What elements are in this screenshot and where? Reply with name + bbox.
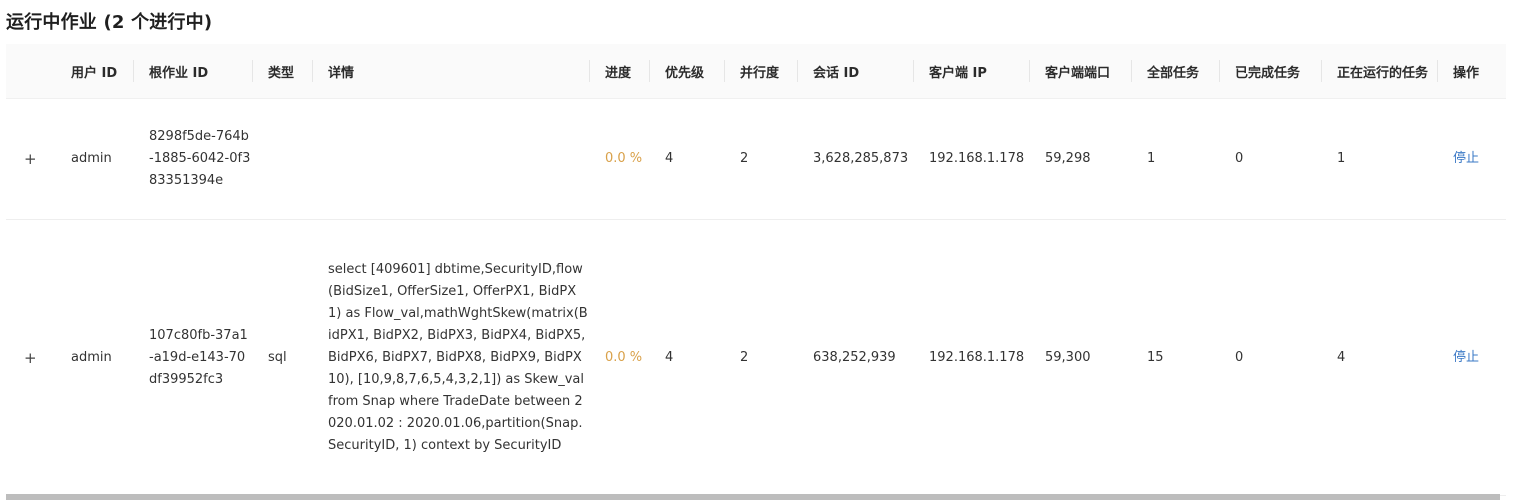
column-header-client-port[interactable]: 客户端端口 <box>1029 44 1131 99</box>
column-header-type[interactable]: 类型 <box>252 44 312 99</box>
cell-client-ip: 192.168.1.178 <box>913 98 1029 220</box>
cell-total-tasks: 15 <box>1131 219 1219 496</box>
cell-finished-tasks: 0 <box>1219 98 1321 220</box>
table-header-row: 用户 ID 根作业 ID 类型 详情 进度 优先级 并行度 会话 ID 客户端 … <box>6 44 1506 99</box>
cell-user-id: admin <box>55 219 133 496</box>
column-header-progress[interactable]: 进度 <box>589 44 649 99</box>
cell-session-id: 638,252,939 <box>797 219 913 496</box>
column-header-client-ip[interactable]: 客户端 IP <box>913 44 1029 99</box>
expand-row-button[interactable]: + <box>6 219 55 496</box>
column-header-running-tasks[interactable]: 正在运行的任务 <box>1321 44 1437 99</box>
cell-client-ip: 192.168.1.178 <box>913 219 1029 496</box>
cell-client-port: 59,298 <box>1029 98 1131 220</box>
cell-parallelism: 2 <box>724 219 797 496</box>
cell-type <box>252 98 312 220</box>
cell-root-job-id: 8298f5de-764b-1885-6042-0f383351394e <box>133 98 252 220</box>
table-row: + admin 8298f5de-764b-1885-6042-0f383351… <box>6 98 1506 220</box>
cell-detail: select [409601] dbtime,SecurityID,flow(B… <box>312 219 589 496</box>
cell-finished-tasks: 0 <box>1219 219 1321 496</box>
column-header-action: 操作 <box>1437 44 1506 99</box>
column-header-total-tasks[interactable]: 全部任务 <box>1131 44 1219 99</box>
expand-row-button[interactable]: + <box>6 98 55 220</box>
cell-root-job-id: 107c80fb-37a1-a19d-e143-70df39952fc3 <box>133 219 252 496</box>
cell-user-id: admin <box>55 98 133 220</box>
column-header-parallelism[interactable]: 并行度 <box>724 44 797 99</box>
cell-parallelism: 2 <box>724 98 797 220</box>
column-header-finished-tasks[interactable]: 已完成任务 <box>1219 44 1321 99</box>
horizontal-scrollbar[interactable] <box>6 494 1500 500</box>
title-text: 运行中作业 <box>6 12 97 33</box>
page-title: 运行中作业 (2 个进行中) <box>6 8 212 34</box>
cell-client-port: 59,300 <box>1029 219 1131 496</box>
cell-running-tasks: 1 <box>1321 98 1437 220</box>
column-header-root-job-id[interactable]: 根作业 ID <box>133 44 252 99</box>
cell-running-tasks: 4 <box>1321 219 1437 496</box>
cell-type: sql <box>252 219 312 496</box>
column-header-priority[interactable]: 优先级 <box>649 44 724 99</box>
cell-total-tasks: 1 <box>1131 98 1219 220</box>
cell-detail <box>312 98 589 220</box>
cell-priority: 4 <box>649 98 724 220</box>
column-header-session-id[interactable]: 会话 ID <box>797 44 913 99</box>
running-count: (2 个进行中) <box>103 12 213 33</box>
column-header-detail[interactable]: 详情 <box>312 44 589 99</box>
cell-progress: 0.0 % <box>589 98 649 220</box>
cell-progress: 0.0 % <box>589 219 649 496</box>
expand-column-header <box>6 44 55 99</box>
cell-priority: 4 <box>649 219 724 496</box>
column-header-user-id[interactable]: 用户 ID <box>55 44 133 99</box>
table-row: + admin 107c80fb-37a1-a19d-e143-70df3995… <box>6 219 1506 496</box>
stop-button[interactable]: 停止 <box>1437 98 1506 220</box>
stop-button[interactable]: 停止 <box>1437 219 1506 496</box>
cell-session-id: 3,628,285,873 <box>797 98 913 220</box>
jobs-table: 用户 ID 根作业 ID 类型 详情 进度 优先级 并行度 会话 ID 客户端 … <box>6 44 1506 496</box>
running-jobs-panel: 运行中作业 (2 个进行中) 用户 ID 根作业 ID 类型 详情 进度 优先级… <box>0 0 1524 500</box>
